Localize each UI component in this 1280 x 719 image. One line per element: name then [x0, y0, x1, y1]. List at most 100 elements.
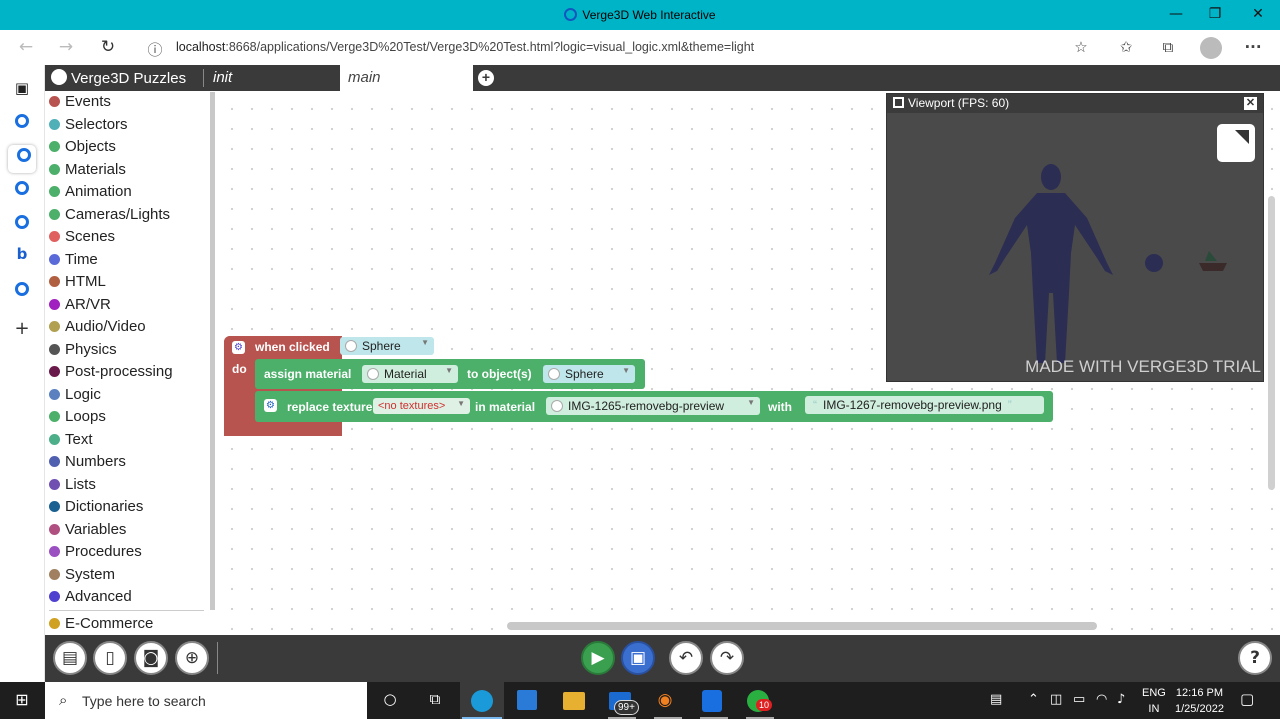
- close-button[interactable]: ✕: [1248, 6, 1268, 24]
- category-physics[interactable]: Physics: [49, 341, 117, 363]
- category-e-commerce[interactable]: E-Commerce: [49, 615, 153, 637]
- verge3d-icon[interactable]: [8, 145, 36, 173]
- gear-icon[interactable]: ⚙: [232, 341, 245, 354]
- category-variables[interactable]: Variables: [49, 521, 126, 543]
- maximize-button[interactable]: ❐: [1205, 6, 1225, 24]
- windows-start-icon[interactable]: ⊞: [11, 690, 33, 712]
- category-label: Objects: [65, 138, 116, 155]
- blender-icon[interactable]: ◉: [654, 690, 676, 712]
- 3d-scene[interactable]: [887, 113, 1263, 381]
- target-icon[interactable]: ⊕: [175, 641, 209, 675]
- keyboard-icon[interactable]: ▤: [990, 692, 1002, 707]
- category-cameras-lights[interactable]: Cameras/Lights: [49, 206, 170, 228]
- do-label: do: [232, 362, 247, 376]
- file-icon[interactable]: ▤: [53, 641, 87, 675]
- verge3d-icon[interactable]: [12, 178, 32, 198]
- help-button[interactable]: ?: [1238, 641, 1272, 675]
- tabs-icon[interactable]: ▣: [12, 79, 32, 99]
- texture-file-text[interactable]: “IMG-1267-removebg-preview.png”: [805, 396, 1044, 414]
- category-dictionaries[interactable]: Dictionaries: [49, 498, 143, 520]
- reload-button[interactable]: ↻: [97, 37, 119, 59]
- store-icon[interactable]: [517, 690, 537, 710]
- site-info-icon[interactable]: ⓘ: [144, 39, 166, 61]
- verge3d-icon[interactable]: [702, 690, 722, 712]
- meet-now-icon[interactable]: ◫: [1050, 692, 1062, 707]
- category-events[interactable]: Events: [49, 93, 111, 115]
- profile-icon[interactable]: [1200, 37, 1222, 59]
- texture-dropdown[interactable]: <no textures> ▼: [373, 398, 470, 414]
- collections-icon[interactable]: ⧉: [1158, 38, 1178, 58]
- category-advanced[interactable]: Advanced: [49, 588, 132, 610]
- verge3d-icon[interactable]: [12, 212, 32, 232]
- viewport-close-button[interactable]: ✕: [1244, 97, 1257, 110]
- redo-icon[interactable]: ↷: [710, 641, 744, 675]
- cortana-icon[interactable]: ○: [379, 690, 401, 712]
- category-text[interactable]: Text: [49, 431, 93, 453]
- category-scrollbar[interactable]: [210, 92, 215, 610]
- category-numbers[interactable]: Numbers: [49, 453, 126, 475]
- category-lists[interactable]: Lists: [49, 476, 96, 498]
- category-color-dot: [49, 186, 60, 197]
- favorites-icon[interactable]: ✩: [1116, 38, 1136, 58]
- material-selector[interactable]: IMG-1265-removebg-preview ▼: [546, 397, 760, 415]
- tab-main[interactable]: main: [340, 65, 473, 91]
- category-selectors[interactable]: Selectors: [49, 116, 128, 138]
- minimize-button[interactable]: —: [1166, 6, 1186, 24]
- taskbar-clock[interactable]: 12:16 PM 1/25/2022: [1175, 685, 1224, 717]
- edge-icon[interactable]: [471, 690, 493, 712]
- ship-object[interactable]: [1199, 251, 1227, 271]
- category-html[interactable]: HTML: [49, 273, 106, 295]
- forward-button[interactable]: →: [55, 37, 77, 59]
- category-system[interactable]: System: [49, 566, 115, 588]
- chevron-up-icon[interactable]: ⌃: [1028, 692, 1039, 707]
- block-footer: [224, 424, 342, 436]
- undo-icon[interactable]: ↶: [669, 641, 703, 675]
- task-view-icon[interactable]: ⧉: [424, 690, 446, 712]
- run-icon[interactable]: ▶: [581, 641, 615, 675]
- add-tab-button[interactable]: +: [478, 70, 494, 86]
- category-post-processing[interactable]: Post-processing: [49, 363, 173, 385]
- gear-icon[interactable]: ⚙: [264, 399, 277, 412]
- workspace-vertical-scrollbar[interactable]: [1268, 196, 1275, 490]
- viewport-panel[interactable]: Viewport (FPS: 60) ✕ MADE WITH VERGE3D T…: [886, 93, 1264, 382]
- category-label: Dictionaries: [65, 498, 144, 515]
- material-selector[interactable]: Material ▼: [362, 365, 458, 383]
- bing-icon[interactable]: b: [12, 245, 32, 265]
- category-logic[interactable]: Logic: [49, 386, 101, 408]
- volume-icon[interactable]: ♪: [1117, 692, 1125, 707]
- tab-init[interactable]: init: [213, 69, 232, 86]
- taskbar-search-input[interactable]: ⌕ Type here to search: [45, 682, 367, 719]
- category-scenes[interactable]: Scenes: [49, 228, 115, 250]
- browser-toolbar: ← → ↻ ⓘ localhost:8668/applications/Verg…: [0, 30, 1280, 65]
- notifications-icon[interactable]: ▢: [1240, 690, 1254, 708]
- favorites-add-icon[interactable]: ☆: [1071, 38, 1091, 58]
- category-objects[interactable]: Objects: [49, 138, 116, 160]
- category-procedures[interactable]: Procedures: [49, 543, 142, 565]
- pause-icon[interactable]: [893, 97, 904, 108]
- verge3d-icon[interactable]: [12, 279, 32, 299]
- verge3d-icon[interactable]: [12, 111, 32, 131]
- address-input[interactable]: localhost:8668/applications/Verge3D%20Te…: [176, 40, 754, 54]
- back-button[interactable]: ←: [15, 37, 37, 59]
- human-figure[interactable]: [989, 164, 1113, 363]
- more-icon[interactable]: ···: [1243, 38, 1263, 58]
- workspace-horizontal-scrollbar[interactable]: [507, 622, 1097, 630]
- language-indicator[interactable]: ENG IN: [1142, 685, 1166, 717]
- explorer-icon[interactable]: [563, 692, 585, 710]
- wifi-icon[interactable]: ◠: [1096, 692, 1107, 707]
- category-loops[interactable]: Loops: [49, 408, 106, 430]
- category-audio-video[interactable]: Audio/Video: [49, 318, 146, 340]
- add-icon[interactable]: +: [12, 318, 32, 339]
- battery-icon[interactable]: ▭: [1073, 692, 1085, 707]
- sphere-object[interactable]: [1145, 254, 1163, 272]
- category-ar-vr[interactable]: AR/VR: [49, 296, 111, 318]
- screenshot-icon[interactable]: ◙: [134, 641, 168, 675]
- save-icon[interactable]: ▣: [621, 641, 655, 675]
- sphere-selector[interactable]: Sphere ▼: [340, 337, 434, 355]
- object-selector[interactable]: Sphere ▼: [543, 365, 635, 383]
- category-color-dot: [49, 546, 60, 557]
- category-materials[interactable]: Materials: [49, 161, 126, 183]
- category-animation[interactable]: Animation: [49, 183, 132, 205]
- save-panel-icon[interactable]: ▯: [93, 641, 127, 675]
- category-time[interactable]: Time: [49, 251, 98, 273]
